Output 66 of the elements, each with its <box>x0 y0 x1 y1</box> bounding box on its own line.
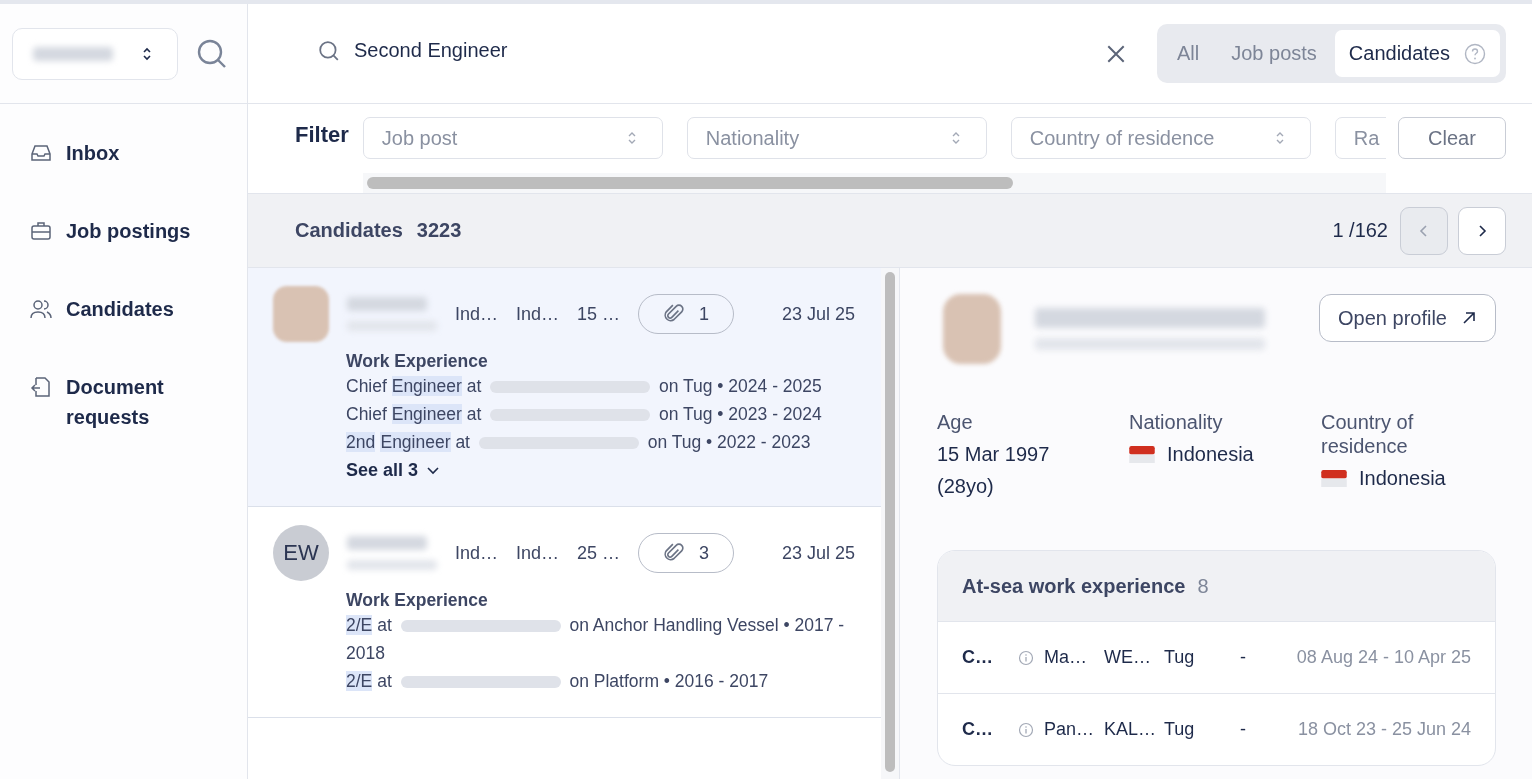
results-title: Candidates <box>295 219 403 242</box>
scope-tab[interactable]: Candidates <box>1334 30 1500 77</box>
candidate-card[interactable]: Ind… Ind… 15 … 1 23 Jul 25 Work Experience Chief Engineer at on Tug • 2024 - 2025 Chief Engineer at on Tug • 2023 - 2024 2nd Engineer at on Tug • 2022 - 2023 See all 3 <box>248 268 881 507</box>
search-icon <box>318 39 340 62</box>
search-input[interactable]: Second Engineer <box>352 38 756 63</box>
work-experience-heading: Work Experience <box>346 589 489 611</box>
next-page-button[interactable] <box>1458 206 1506 255</box>
table-cell-text: WE… <box>1104 647 1152 668</box>
work-experience-row[interactable]: C… Ma… WE… Tug - 08 Aug 24 - 10 Apr 25 <box>938 621 1495 693</box>
candidate-meta: 25 … <box>577 542 622 564</box>
work-experience-heading: Work Experience <box>346 350 489 372</box>
work-experience-line: Chief Engineer at on Tug • 2024 - 2025 <box>346 375 823 398</box>
panel-count: 8 <box>1197 574 1209 598</box>
sidebar-item[interactable]: Job postings <box>30 216 210 246</box>
field-value: Indonesia <box>1359 466 1446 491</box>
table-cell-text: - <box>1240 719 1247 740</box>
date-range: 18 Oct 23 - 25 Jun 24 <box>1297 719 1471 740</box>
field-label: Country of residence <box>1321 410 1415 458</box>
sidebar-item[interactable]: Document requests <box>30 372 210 432</box>
table-cell-text: C… <box>962 647 994 668</box>
table-cell-text: C… <box>962 719 994 740</box>
date-range: 08 Aug 24 - 10 Apr 25 <box>1296 647 1471 668</box>
see-all-link[interactable]: See all 3 <box>346 456 441 484</box>
sidebar-item[interactable]: Candidates <box>30 294 210 324</box>
results-count: 3223 <box>416 219 462 242</box>
candidate-meta: 15 … <box>577 303 622 325</box>
avatar-placeholder <box>273 286 329 342</box>
field-value: Indonesia <box>1167 442 1254 467</box>
document-icon <box>30 376 52 398</box>
people-icon <box>30 298 52 320</box>
candidate-date: 23 Jul 25 <box>781 303 855 325</box>
work-experience-line: Chief Engineer at on Tug • 2023 - 2024 <box>346 403 823 426</box>
panel-title: At-sea work experience <box>962 574 1186 598</box>
sidebar-item[interactable]: Inbox <box>30 138 210 168</box>
candidate-meta: Ind… <box>455 303 500 325</box>
field-label: Nationality <box>1129 410 1224 434</box>
info-icon[interactable] <box>1018 721 1034 738</box>
candidate-meta: Ind… <box>516 542 561 564</box>
external-arrow-icon <box>1461 310 1477 326</box>
clear-button[interactable]: Clear <box>1398 117 1506 159</box>
initials-avatar: EW <box>273 525 329 581</box>
table-cell-text: - <box>1240 647 1247 668</box>
scrollbar-thumb[interactable] <box>366 177 1013 189</box>
scrollbar-thumb[interactable] <box>885 272 895 772</box>
candidate-meta: Ind… <box>455 542 500 564</box>
table-cell-text: Ma… <box>1044 647 1088 668</box>
field-value: 15 Mar 1997 (28yo) <box>937 442 1051 499</box>
open-profile-button[interactable]: Open profile <box>1319 294 1496 342</box>
search-icon[interactable] <box>196 37 228 70</box>
field-label: Age <box>937 410 974 434</box>
filter-label: Filter <box>295 122 349 149</box>
work-experience-line: 2/E at on Platform • 2016 - 2017 <box>346 670 770 693</box>
work-experience-row[interactable]: C… Pan… KAL… Tug - 18 Oct 23 - 25 Jun 24 <box>938 693 1495 765</box>
candidate-meta: Ind… <box>516 303 561 325</box>
avatar-placeholder <box>943 294 1001 364</box>
table-cell-text: KAL… <box>1104 719 1158 740</box>
table-cell-text: Tug <box>1164 719 1196 740</box>
workspace-switcher[interactable] <box>12 27 178 80</box>
page-indicator: 1 /162 <box>1332 219 1388 242</box>
table-cell-text: Pan… <box>1044 719 1096 740</box>
table-cell-text: Tug <box>1164 647 1196 668</box>
info-icon[interactable] <box>1018 649 1034 666</box>
briefcase-icon <box>30 220 52 242</box>
inbox-icon <box>30 142 52 164</box>
work-experience-line: 2nd Engineer at on Tug • 2022 - 2023 <box>346 431 812 454</box>
candidate-date: 23 Jul 25 <box>781 542 855 564</box>
